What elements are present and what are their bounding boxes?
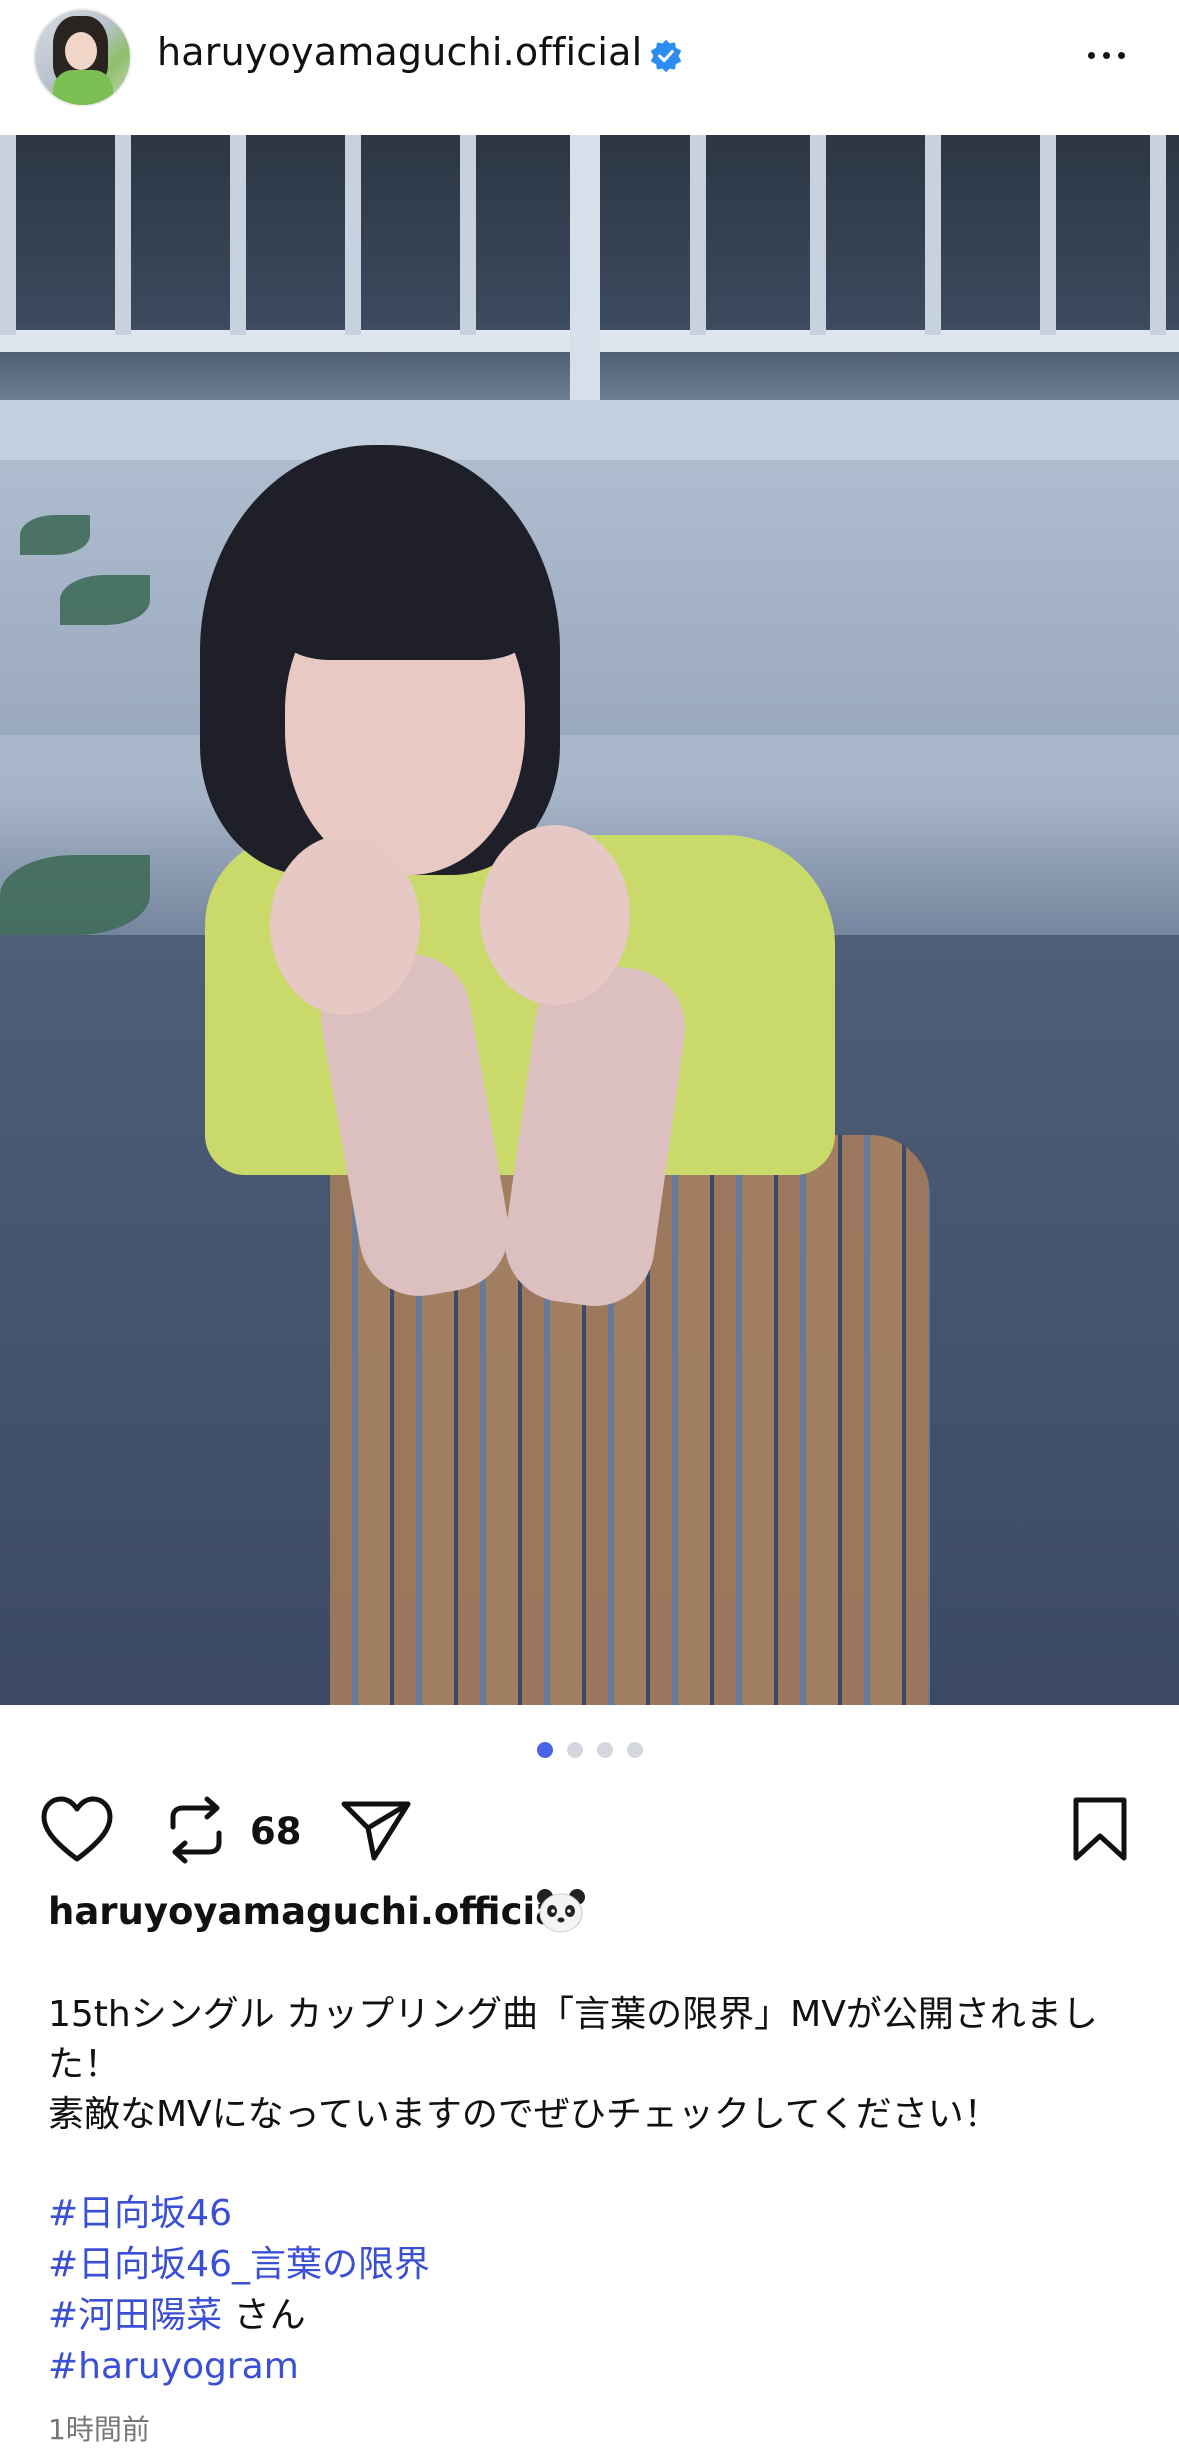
- verified-badge-icon: [650, 39, 682, 73]
- action-bar: [0, 1790, 1179, 1880]
- caption-line: 素敵なMVになっていますのでぜひチェックしてください！: [48, 2094, 1000, 2135]
- repost-count: 68: [250, 1810, 302, 1853]
- repost-icon[interactable]: [165, 1795, 227, 1865]
- caption-author[interactable]: haruyoyamaguchi.official: [48, 1890, 573, 1933]
- caption-line: 15thシングル カップリング曲「言葉の限界」MVが公開されまし: [48, 1994, 1098, 2035]
- panda-icon: [537, 1889, 585, 1933]
- profile-avatar[interactable]: [33, 8, 132, 107]
- carousel-dot-2[interactable]: [566, 1742, 583, 1758]
- post-image[interactable]: [0, 135, 1179, 1705]
- hashtag-suffix: さん: [222, 2295, 306, 2336]
- heart-icon[interactable]: [40, 1795, 114, 1865]
- carousel-dot-1[interactable]: [536, 1742, 553, 1758]
- hashtag-link[interactable]: #日向坂46: [48, 2193, 232, 2234]
- send-icon[interactable]: [340, 1798, 412, 1862]
- hashtag-link[interactable]: #haruyogram: [48, 2346, 299, 2387]
- more-options-icon[interactable]: [1088, 40, 1138, 70]
- hashtag-link[interactable]: #日向坂46_言葉の限界: [48, 2244, 430, 2285]
- hashtag-list: #日向坂46 #日向坂46_言葉の限界 #河田陽菜 さん #haruyogram: [48, 2188, 430, 2392]
- carousel-indicator: [0, 1742, 1179, 1758]
- post-header: haruyoyamaguchi.official: [0, 0, 1179, 135]
- post-timestamp: 1時間前: [48, 2413, 150, 2446]
- carousel-dot-4[interactable]: [626, 1742, 643, 1758]
- caption-text: 15thシングル カップリング曲「言葉の限界」MVが公開されまし た！ 素敵なM…: [48, 1990, 1138, 2140]
- hashtag-link[interactable]: #河田陽菜: [48, 2295, 222, 2336]
- carousel-dot-3[interactable]: [596, 1742, 613, 1758]
- caption-line: た！: [48, 2044, 121, 2085]
- username[interactable]: haruyoyamaguchi.official: [157, 30, 642, 74]
- bookmark-icon[interactable]: [1070, 1796, 1130, 1862]
